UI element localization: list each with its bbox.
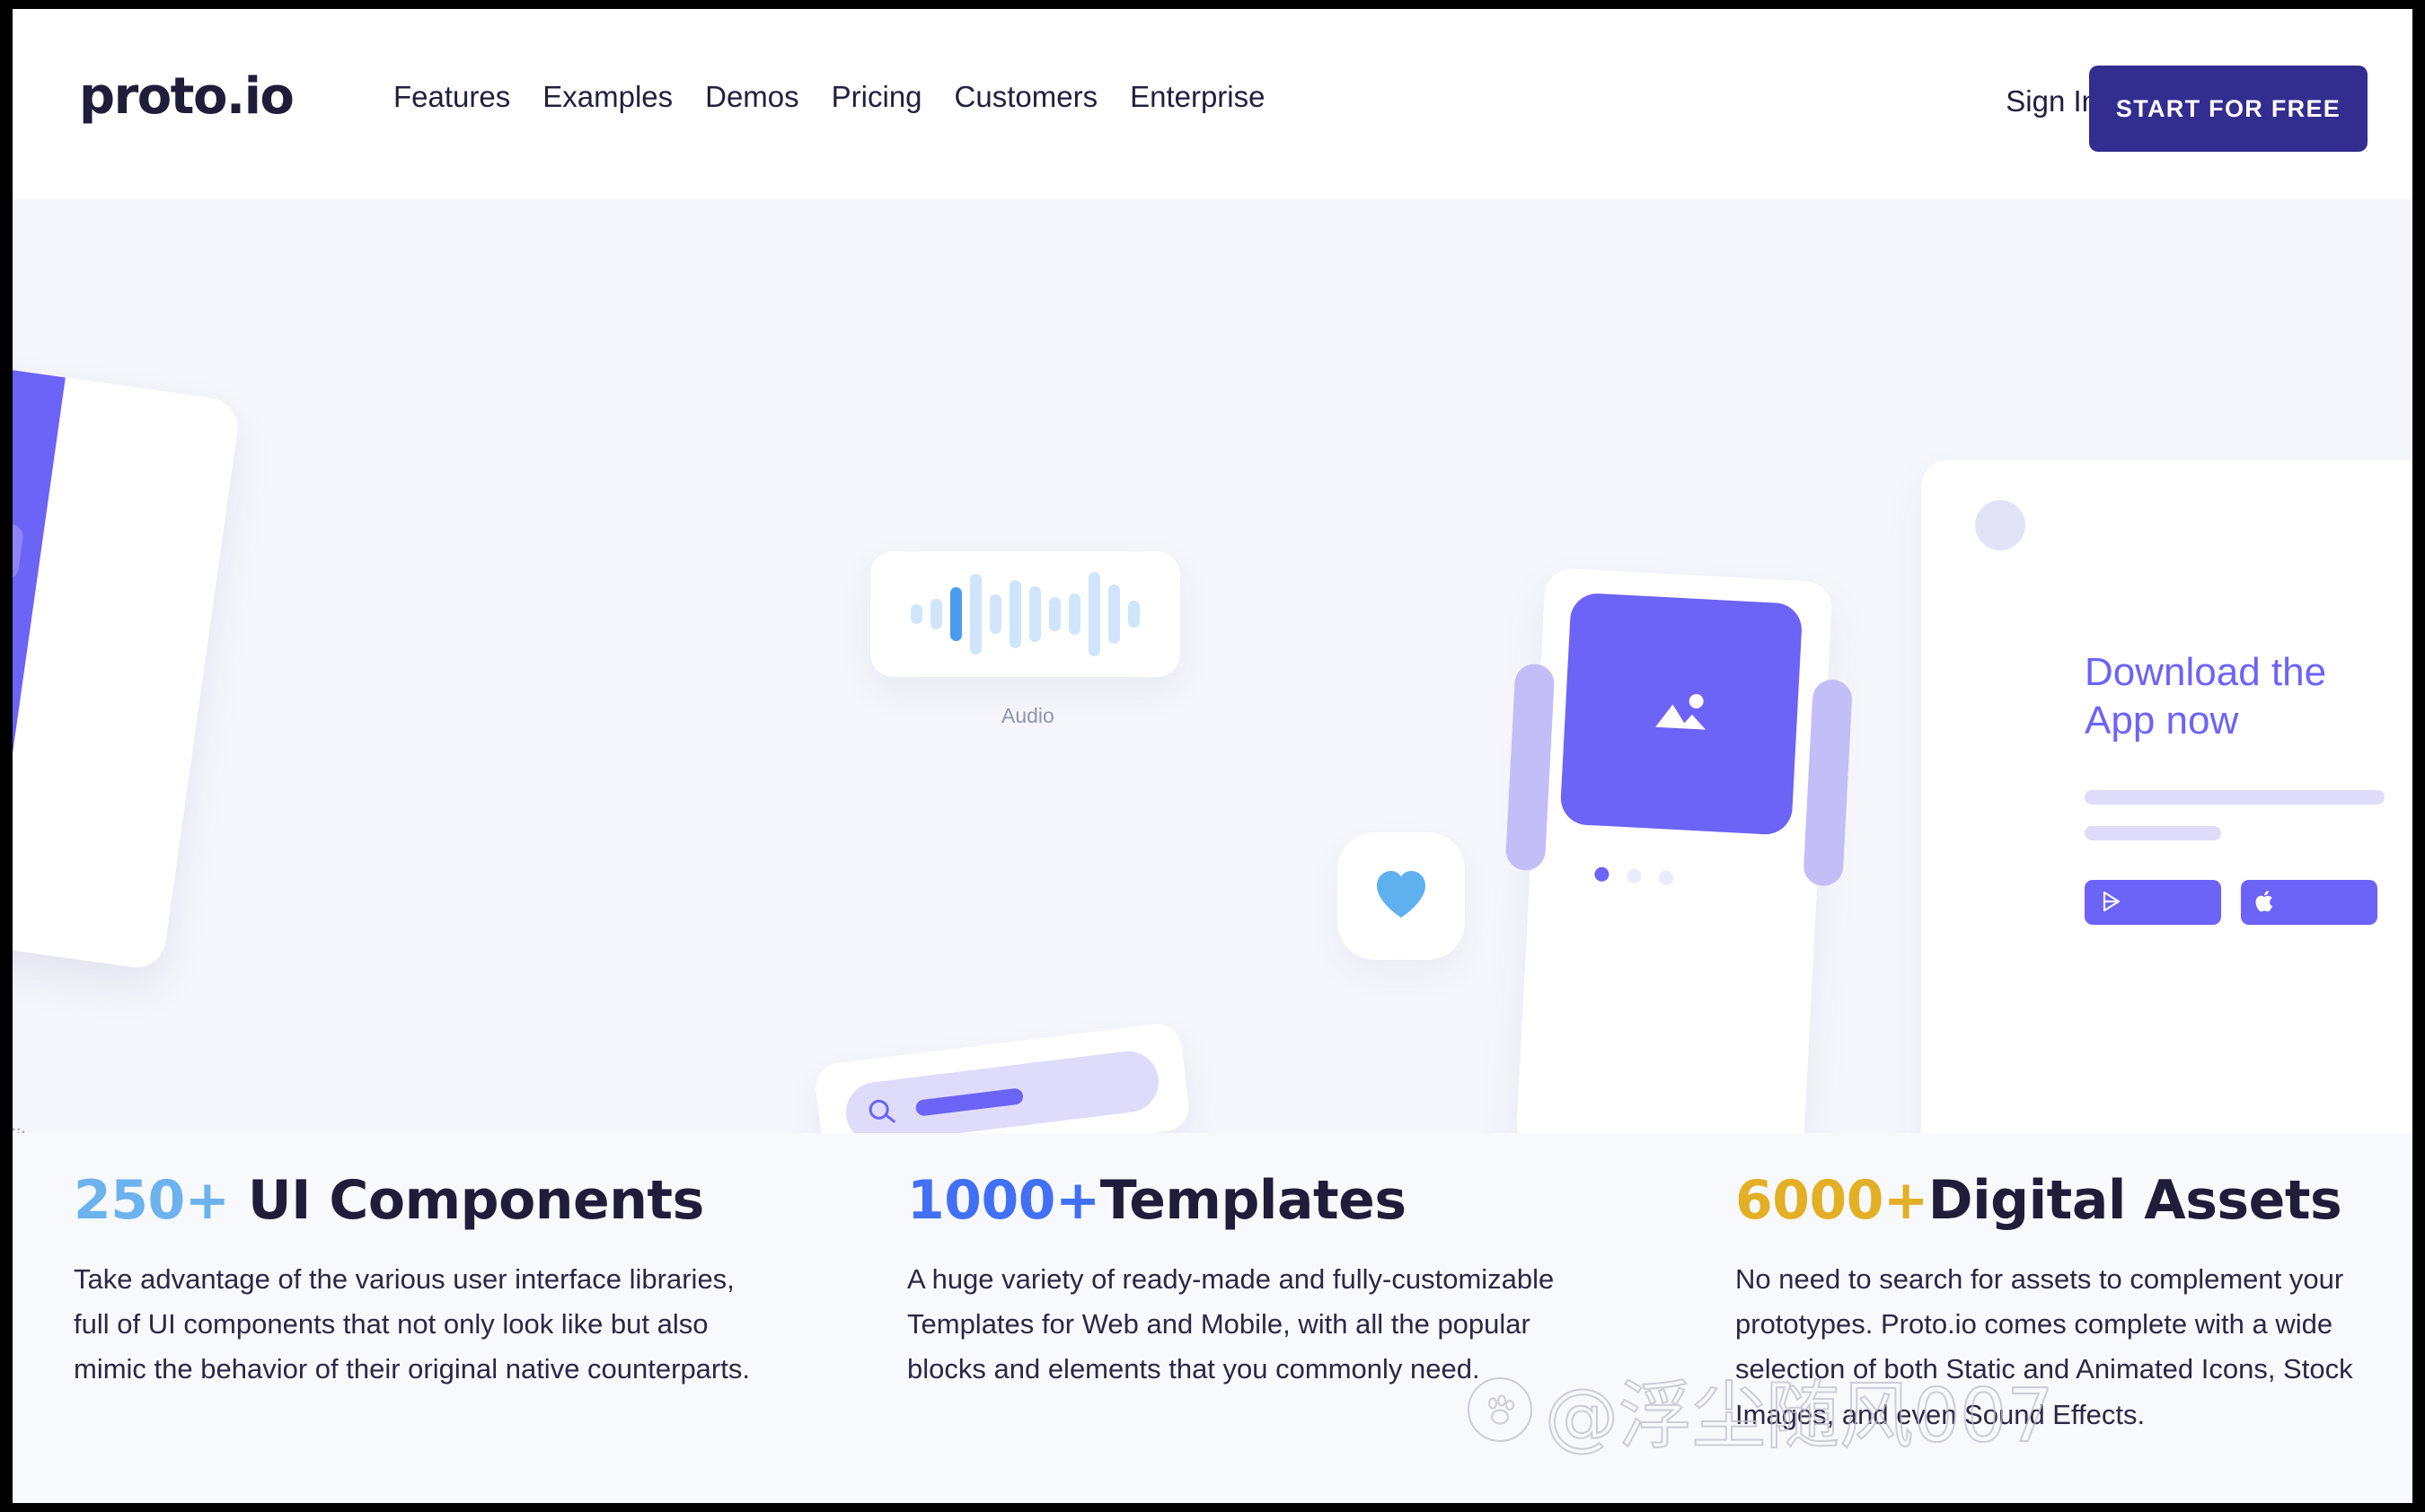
main-navigation: Features Examples Demos Pricing Customer… [393, 79, 1265, 115]
audio-card [870, 551, 1180, 677]
stat-number: 6000+ [1735, 1169, 1928, 1232]
apple-icon [2255, 889, 2277, 917]
stat-description: Take advantage of the various user inter… [74, 1263, 750, 1385]
caption-audio: Audio [1001, 704, 1054, 727]
nav-item-features[interactable]: Features [393, 79, 510, 115]
stat-heading: 6000+Digital Assets [1735, 1171, 2412, 1230]
audio-waveform-bar [950, 587, 962, 641]
search-field-card [813, 1021, 1192, 1133]
onboarding-side-peek-left [1504, 663, 1556, 872]
audio-waveform-bar [911, 604, 922, 624]
side-nav-item-block [13, 515, 25, 582]
onboarding-side-peek-right [1803, 678, 1854, 887]
side-navigation-panel [13, 361, 66, 947]
stat-number: 1000+ [907, 1169, 1100, 1232]
heart-icon [1373, 868, 1429, 925]
audio-waveform-bar [1108, 585, 1120, 644]
onboarding-image-slide [1559, 592, 1803, 836]
search-input[interactable] [842, 1047, 1162, 1133]
onboarding-dot-3[interactable] [1658, 870, 1674, 885]
stat-column-ui-components: 250+ UI Components Take advantage of the… [74, 1171, 756, 1393]
stat-number: 250+ [74, 1169, 230, 1232]
placeholder-text-line-1 [2085, 790, 2385, 804]
nav-item-enterprise[interactable]: Enterprise [1130, 79, 1265, 115]
stats-section: 250+ UI Components Take advantage of the… [13, 1133, 2412, 1503]
page-root: proto.io Features Examples Demos Pricing… [13, 9, 2412, 1503]
audio-waveform-bar [1069, 593, 1080, 635]
onboarding-dot-1[interactable] [1594, 866, 1609, 883]
nav-item-pricing[interactable]: Pricing [832, 79, 922, 115]
avatar [1975, 500, 2025, 550]
onboarding-pagination-dots [1594, 866, 1674, 885]
stat-column-digital-assets: 6000+Digital Assets No need to search fo… [1735, 1171, 2412, 1437]
audio-waveform-bar [970, 574, 982, 655]
google-play-button[interactable] [2085, 880, 2221, 925]
audio-waveform-bar [1128, 601, 1140, 628]
image-placeholder-icon [1647, 685, 1715, 743]
nav-item-customers[interactable]: Customers [955, 79, 1098, 115]
stat-heading: 250+ UI Components [74, 1171, 756, 1230]
onboarding-tour-card [1504, 567, 1854, 1133]
google-play-icon [2099, 889, 2124, 917]
onboarding-dot-2[interactable] [1626, 868, 1642, 884]
start-for-free-button[interactable]: START FOR FREE [2089, 66, 2368, 152]
stat-title: Digital Assets [1927, 1169, 2342, 1232]
download-app-heading: Download the App now [2085, 650, 2327, 743]
search-icon [864, 1094, 900, 1130]
caption-side-navigation: Kit - Side Navigation [13, 1122, 189, 1133]
stat-heading: 1000+Templates [907, 1171, 1590, 1230]
audio-waveform-bar [990, 594, 1001, 634]
stat-title: Templates [1099, 1169, 1406, 1232]
stat-column-templates: 1000+Templates A huge variety of ready-m… [907, 1171, 1590, 1393]
web-template-card: Download the App now [1921, 460, 2412, 1133]
audio-waveform-bar [1010, 580, 1021, 648]
placeholder-text-line-2 [2085, 826, 2221, 840]
audio-waveform [870, 551, 1180, 677]
nav-item-examples[interactable]: Examples [542, 79, 673, 115]
stat-description: A huge variety of ready-made and fully-c… [907, 1263, 1555, 1385]
site-logo[interactable]: proto.io [79, 72, 295, 122]
audio-waveform-bar [1089, 572, 1100, 656]
nav-item-demos[interactable]: Demos [705, 79, 799, 115]
hero-illustration: Kit - Side Navigation Audio [13, 199, 2412, 1133]
sign-in-link[interactable]: Sign In [2006, 84, 2098, 119]
heart-card [1337, 832, 1465, 960]
audio-waveform-bar [1049, 597, 1061, 631]
audio-waveform-bar [930, 599, 942, 629]
apple-store-button[interactable] [2241, 880, 2377, 925]
stat-title: UI Components [229, 1169, 704, 1232]
site-header: proto.io Features Examples Demos Pricing… [13, 9, 2412, 199]
audio-waveform-bar [1029, 586, 1041, 642]
search-typed-text-bar [914, 1087, 1025, 1117]
side-navigation-kit-card [13, 361, 242, 971]
stat-description: No need to search for assets to compleme… [1735, 1263, 2353, 1430]
